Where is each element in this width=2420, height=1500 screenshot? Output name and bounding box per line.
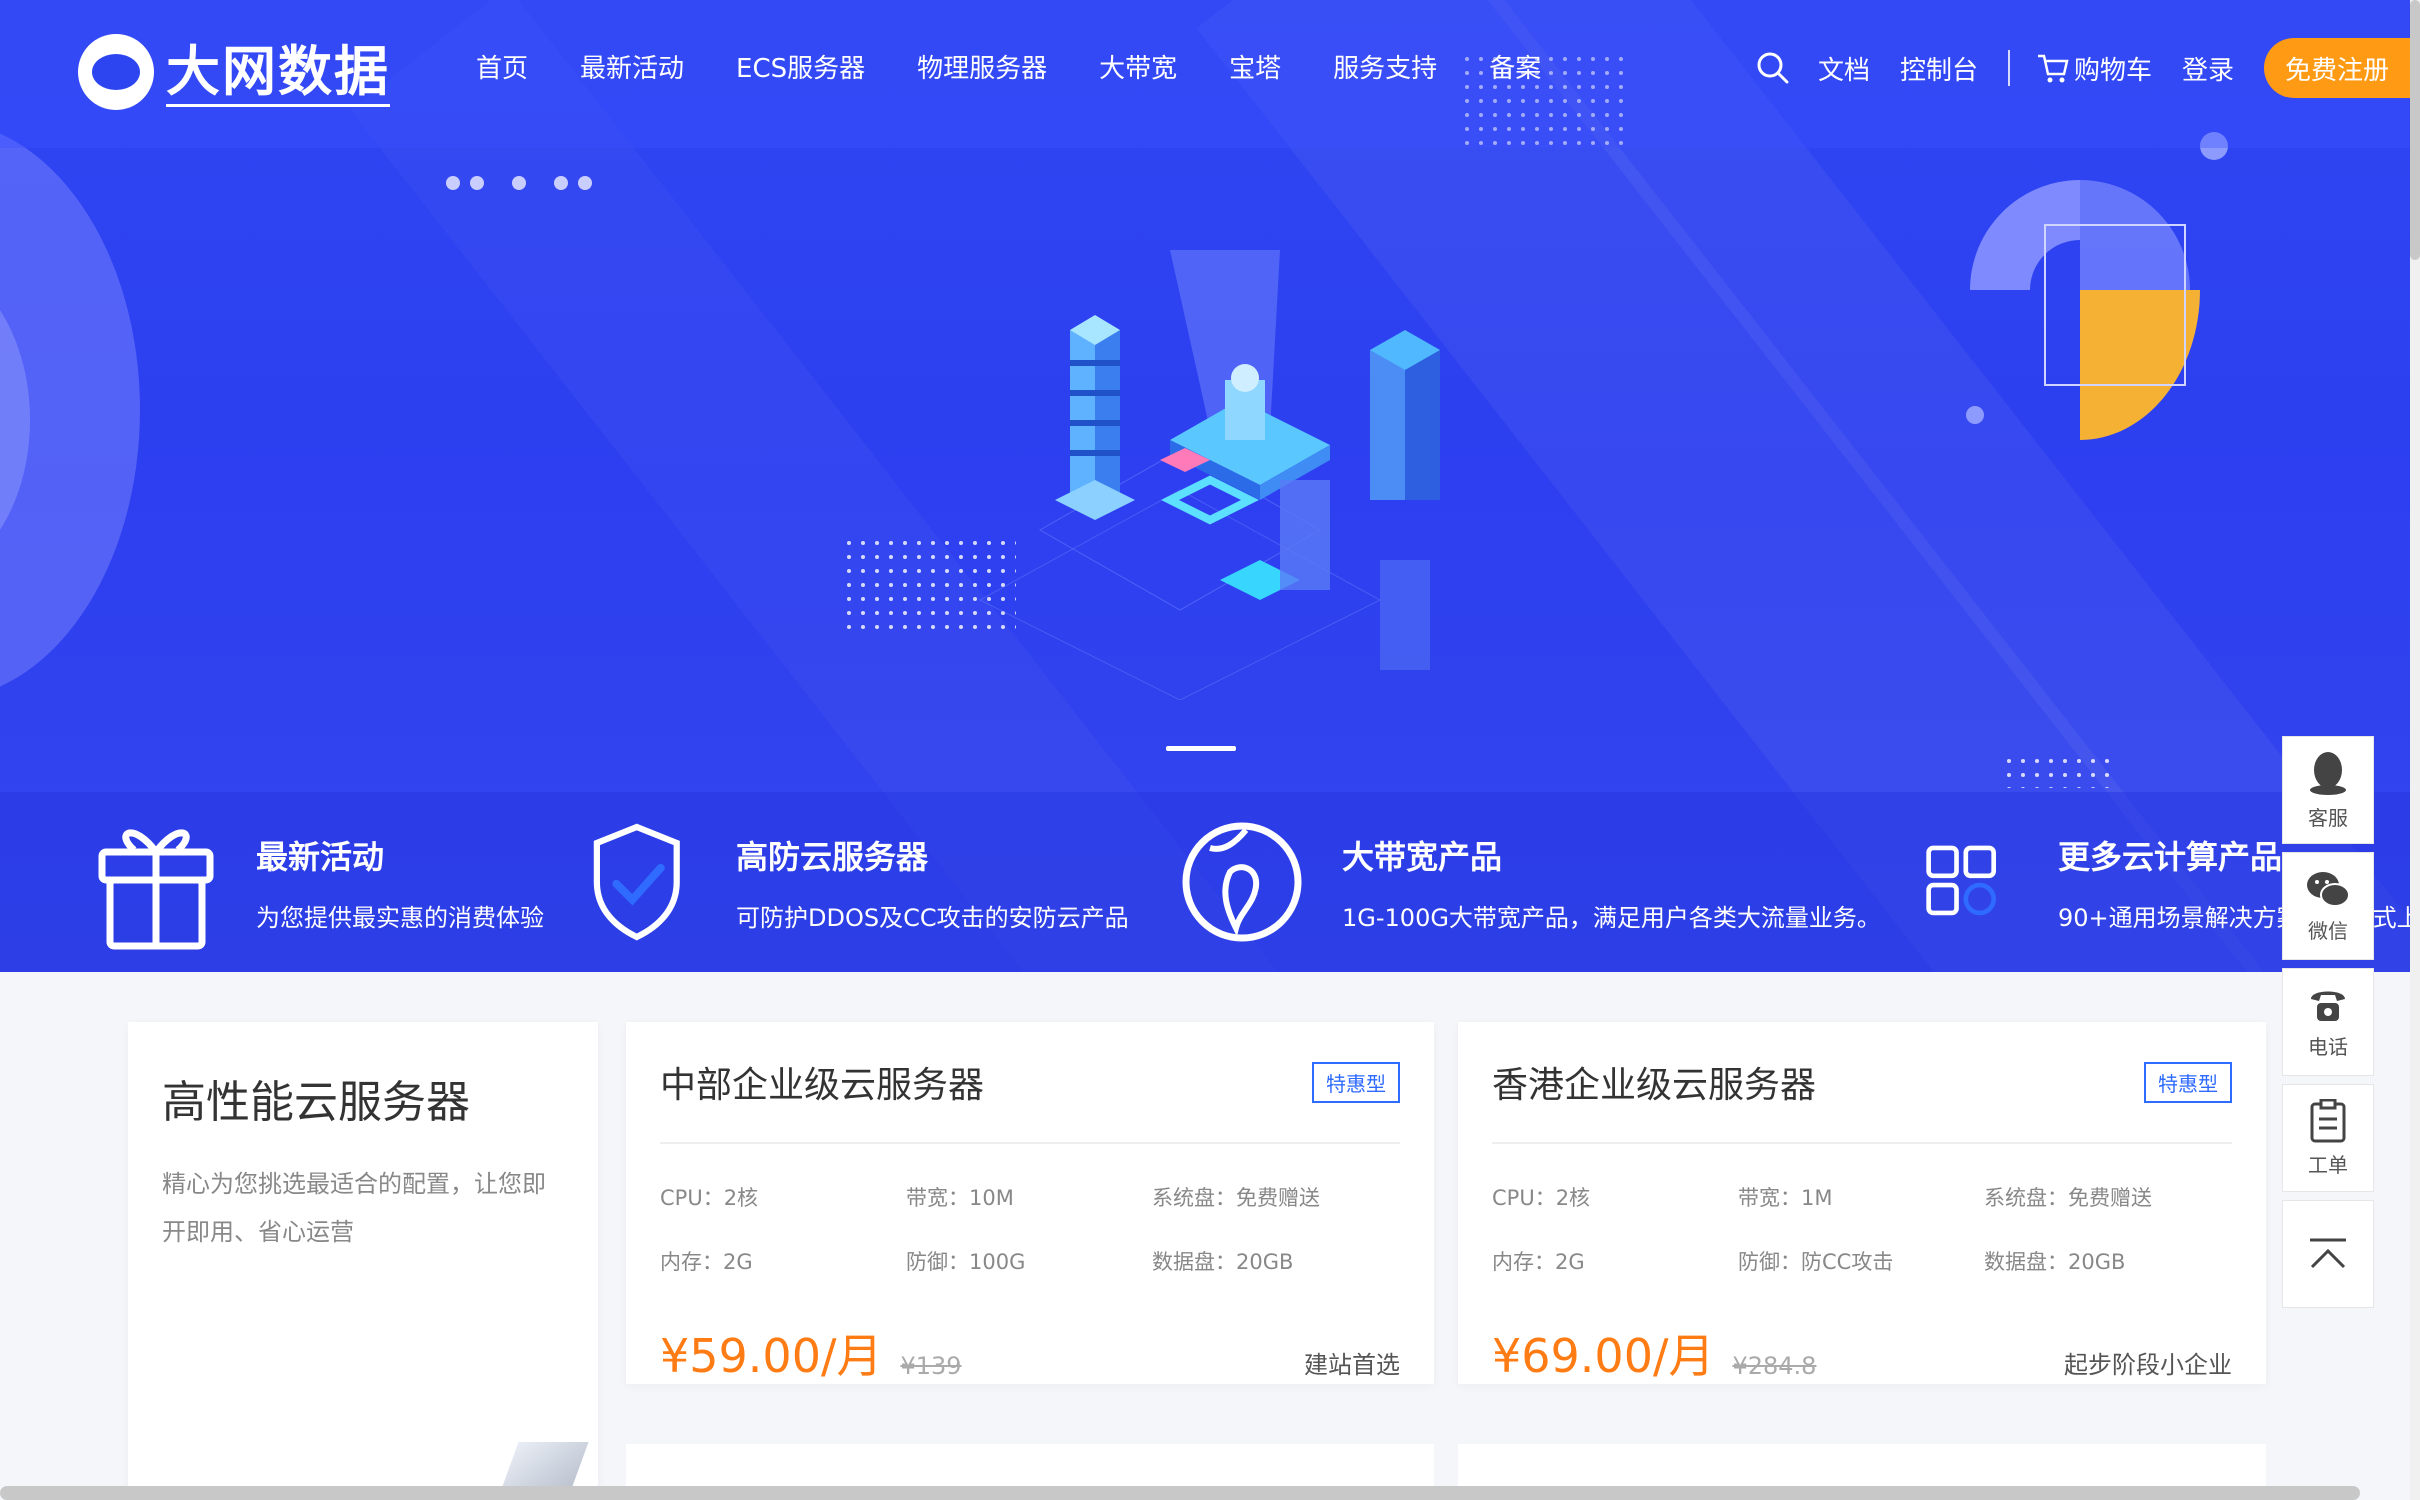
side-label: 微信 [2308,918,2348,943]
feature-desc: 可防护DDOS及CC攻击的安防云产品 [736,903,1129,932]
product-card[interactable]: 中部企业级云服务器 特惠型 CPU：2核 带宽：10M 系统盘：免费赠送 内存：… [626,1022,1434,1384]
logo-text: 大网数据 [166,38,390,107]
nav-activities[interactable]: 最新活动 [580,48,684,85]
feature-strip: 最新活动 为您提供最实惠的消费体验 高防云服务器 可防护DDOS及CC攻击的安防… [0,792,2410,972]
spec-data-disk: 数据盘：20GB [1152,1250,1294,1274]
nav-physical-server[interactable]: 物理服务器 [917,48,1047,85]
intro-card: 高性能云服务器 精心为您挑选最适合的配置，让您即开即用、省心运营 [128,1022,598,1500]
ticket-button[interactable]: 工单 [2282,1084,2374,1192]
cart-link[interactable]: 购物车 [2036,50,2152,87]
nav-ecs[interactable]: ECS服务器 [736,48,865,85]
hero-illustration [978,250,1440,700]
header-divider [2007,50,2010,86]
feature-title: 高防云服务器 [736,837,929,876]
side-label: 电话 [2308,1034,2348,1059]
spec-data-disk: 数据盘：20GB [1984,1250,2126,1274]
main-nav: 首页 最新活动 ECS服务器 物理服务器 大带宽 宝塔 服务支持 备案 [476,48,1593,85]
product-badge: 特惠型 [2144,1061,2232,1103]
product-title: 香港企业级云服务器 [1492,1065,1817,1106]
feature-desc: 1G-100G大带宽产品，满足用户各类大流量业务。 [1342,903,1881,932]
clipboard-icon [2310,1098,2346,1142]
customer-service-button[interactable]: 客服 [2282,736,2374,844]
feature-bandwidth[interactable]: 大带宽产品 1G-100G大带宽产品，满足用户各类大流量业务。 [1180,792,1881,972]
feature-latest-activity[interactable]: 最新活动 为您提供最实惠的消费体验 [94,792,544,972]
site-logo[interactable]: 大网数据 [78,30,390,114]
register-button[interactable]: 免费注册 [2264,38,2410,98]
feature-title: 大带宽产品 [1342,837,1503,876]
horizontal-scrollbar[interactable] [0,1486,2360,1500]
nav-baota[interactable]: 宝塔 [1229,48,1281,85]
spec-memory: 内存：2G [1492,1250,1585,1274]
feature-title: 最新活动 [256,837,385,876]
product-specs: CPU：2核 带宽：10M 系统盘：免费赠送 内存：2G 防御：100G 数据盘… [660,1182,1400,1276]
product-card[interactable]: 香港企业级云服务器 特惠型 CPU：2核 带宽：1M 系统盘：免费赠送 内存：2… [1458,1022,2266,1384]
cart-label: 购物车 [2073,55,2152,86]
nav-icp[interactable]: 备案 [1489,48,1541,85]
arrow-up-icon [2310,1238,2346,1269]
search-icon[interactable] [1756,51,1790,85]
decor-dot [1966,406,1984,424]
wechat-icon [2307,871,2350,907]
wechat-button[interactable]: 微信 [2282,852,2374,960]
product-note: 建站首选 [1304,1351,1400,1379]
login-link[interactable]: 登录 [2182,50,2234,87]
product-original-price: ¥139 [900,1352,962,1380]
decor-dots [2006,758,2116,788]
product-price: ¥69.00/月 [1492,1329,1715,1383]
product-specs: CPU：2核 带宽：1M 系统盘：免费赠送 内存：2G 防御：防CC攻击 数据盘… [1492,1182,2232,1276]
feature-ddos-server[interactable]: 高防云服务器 可防护DDOS及CC攻击的安防云产品 [588,792,1129,972]
spec-cpu: CPU：2核 [1492,1186,1591,1210]
side-label: 工单 [2308,1152,2348,1177]
site-header: 大网数据 首页 最新活动 ECS服务器 物理服务器 大带宽 宝塔 服务支持 备案… [0,0,2410,148]
intro-title: 高性能云服务器 [162,1077,470,1128]
decor-shape [1970,180,2200,440]
cart-icon [2037,54,2069,83]
carousel-dots [446,176,602,190]
grid-apps-icon [1926,845,1996,916]
spec-cpu: CPU：2核 [660,1186,759,1210]
qq-penguin-icon [2310,751,2346,795]
docs-link[interactable]: 文档 [1818,50,1870,87]
header-actions: 文档 控制台 购物车 登录 免费注册 [1756,38,2410,98]
globe-icon [1182,822,1302,942]
product-price: ¥59.00/月 [660,1329,883,1383]
spec-system-disk: 系统盘：免费赠送 [1152,1186,1320,1210]
phone-icon [2311,991,2345,1021]
spec-memory: 内存：2G [660,1250,753,1274]
intro-desc: 精心为您挑选最适合的配置，让您即开即用、省心运营 [162,1170,546,1246]
product-title: 中部企业级云服务器 [660,1065,985,1106]
banner-indicator[interactable] [1166,746,1236,751]
product-note: 起步阶段小企业 [2064,1351,2232,1379]
logo-icon [78,34,154,110]
gift-icon [98,829,214,950]
product-original-price: ¥284.8 [1732,1352,1817,1380]
console-link[interactable]: 控制台 [1900,50,1978,87]
product-section: 高性能云服务器 精心为您挑选最适合的配置，让您即开即用、省心运营 中部企业级云服… [0,972,2410,1500]
nav-bandwidth[interactable]: 大带宽 [1099,48,1177,85]
spec-bandwidth: 带宽：10M [906,1186,1014,1210]
feature-desc: 为您提供最实惠的消费体验 [256,903,544,932]
side-label: 客服 [2308,805,2348,830]
nav-home[interactable]: 首页 [476,48,528,85]
spec-defense: 防御：100G [906,1250,1026,1274]
vertical-scrollbar-thumb[interactable] [2410,0,2420,260]
side-toolbar: 客服 微信 电话 工单 [2282,736,2374,1316]
back-to-top-button[interactable] [2282,1200,2374,1308]
product-badge: 特惠型 [1312,1061,1400,1103]
spec-system-disk: 系统盘：免费赠送 [1984,1186,2152,1210]
phone-button[interactable]: 电话 [2282,968,2374,1076]
nav-support[interactable]: 服务支持 [1333,48,1437,85]
spec-defense: 防御：防CC攻击 [1738,1250,1894,1274]
shield-check-icon [593,823,680,941]
spec-bandwidth: 带宽：1M [1738,1186,1833,1210]
